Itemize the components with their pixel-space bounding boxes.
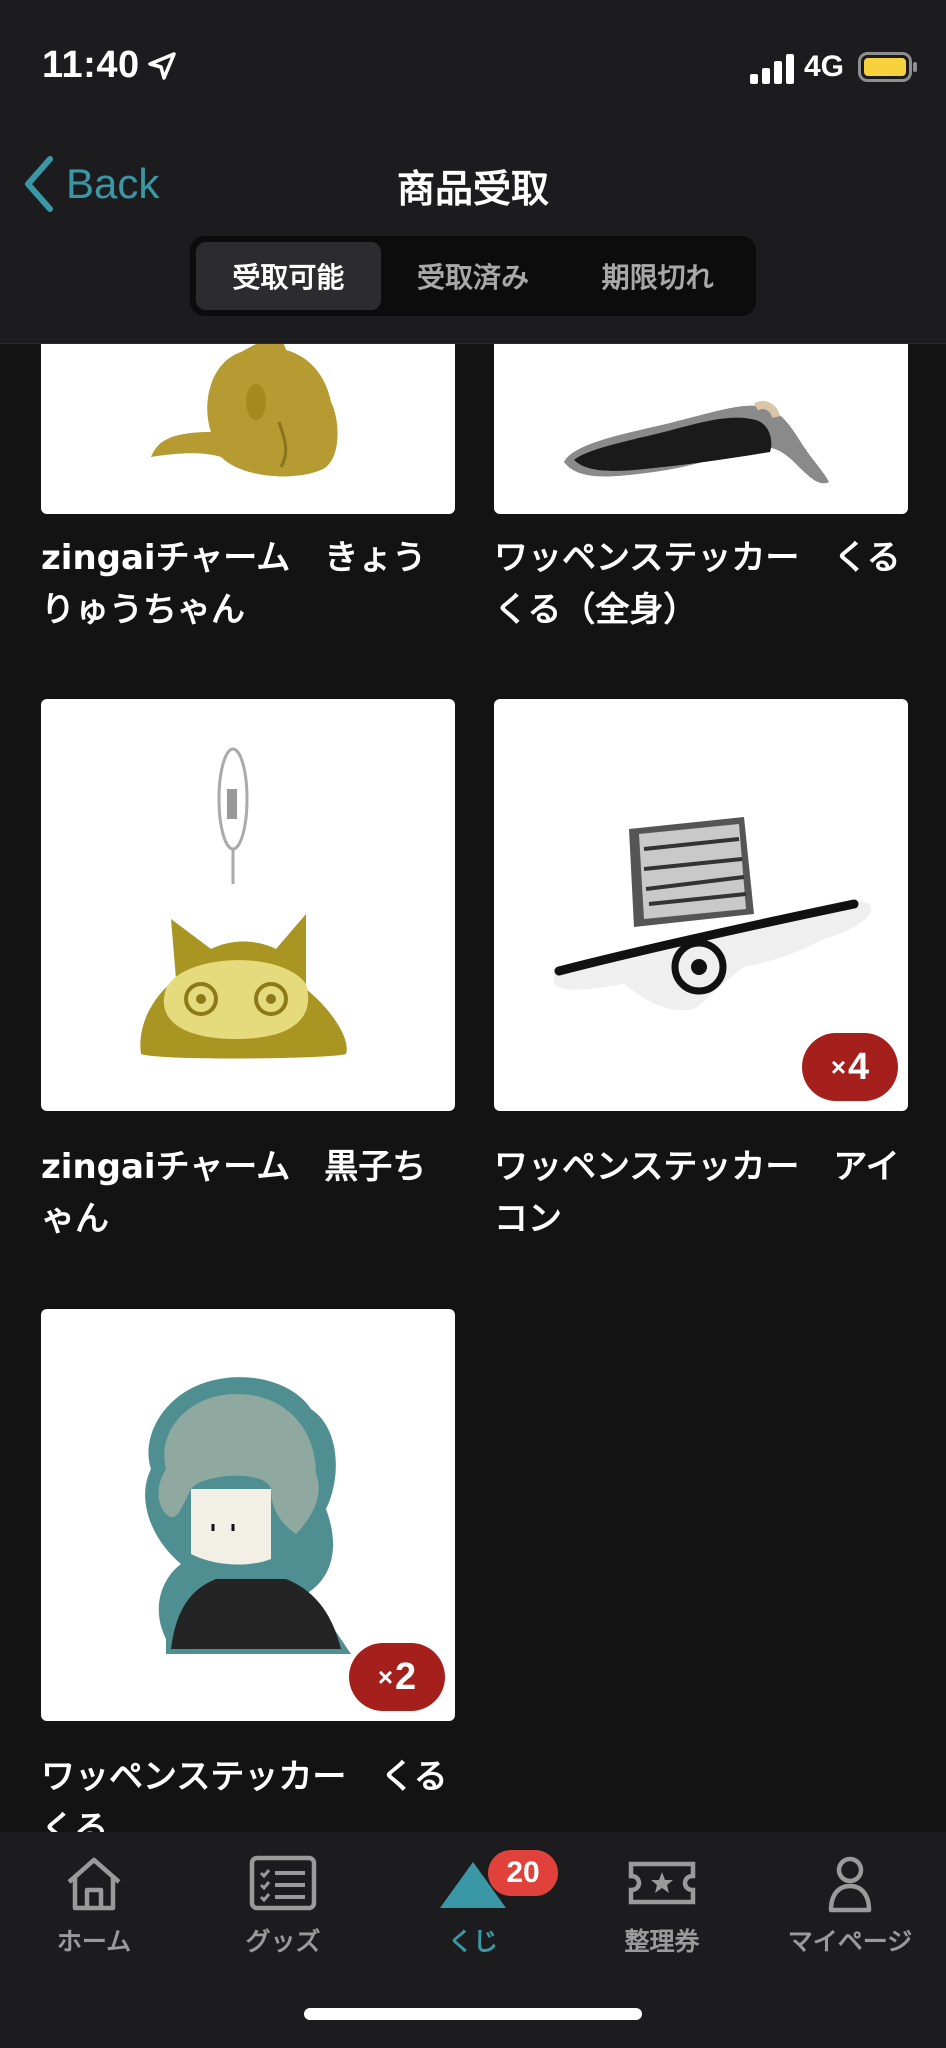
network-type: 4G [804,50,845,83]
product-title: ワッペンステッカー くるくる（全身） [494,538,901,630]
tab-goods[interactable]: グッズ [193,1852,373,1958]
tab-ticket[interactable]: 整理券 [572,1852,752,1958]
product-image [41,344,455,514]
product-title: zingaiチャーム 黒子ちゃん [41,1147,427,1239]
product-image: × 2 [41,1309,455,1721]
status-segmented-control: 受取可能 受取済み 期限切れ [190,236,756,316]
quantity-badge: × 2 [349,1643,445,1711]
segment-expired[interactable]: 期限切れ [565,242,750,310]
battery-icon [858,52,917,82]
product-image [41,699,455,1111]
quantity-count: 2 [395,1655,417,1698]
tab-mypage[interactable]: マイページ [760,1852,940,1958]
tab-home[interactable]: ホーム [4,1852,184,1958]
kuroko-charm-image [140,747,347,1059]
status-bar: 11:40 4G [0,0,946,120]
product-grid: zingaiチャーム きょうりゅうちゃん ワッペンステッカー くるくる（全身） [0,344,946,1832]
goods-list-icon [249,1855,317,1911]
location-arrow-icon [148,52,176,80]
product-title: zingaiチャーム きょうりゅうちゃん [41,538,427,630]
kurukuru-sticker-image [564,401,829,484]
quantity-badge: × 4 [802,1033,898,1101]
status-time: 11:40 [42,44,140,86]
page-title: 商品受取 [396,167,549,211]
product-title: ワッペンステッカー アイコン [494,1147,900,1239]
ticket-icon [628,1861,696,1905]
home-icon [67,1857,121,1911]
navigation-bar: Back 商品受取 受取可能 受取済み 期限切れ [0,120,946,344]
person-icon [828,1856,872,1913]
kuji-notification-badge: 20 [488,1850,558,1896]
dinosaur-charm-image [151,344,338,477]
product-image: × 4 [494,699,908,1111]
home-indicator[interactable] [304,2008,642,2020]
product-image [494,344,908,514]
segment-received[interactable]: 受取済み [381,242,566,310]
product-title: ワッペンステッカー くるくる [41,1757,448,1832]
segment-receivable[interactable]: 受取可能 [196,242,381,310]
quantity-count: 4 [848,1045,870,1088]
cellular-signal-icon [750,54,794,84]
